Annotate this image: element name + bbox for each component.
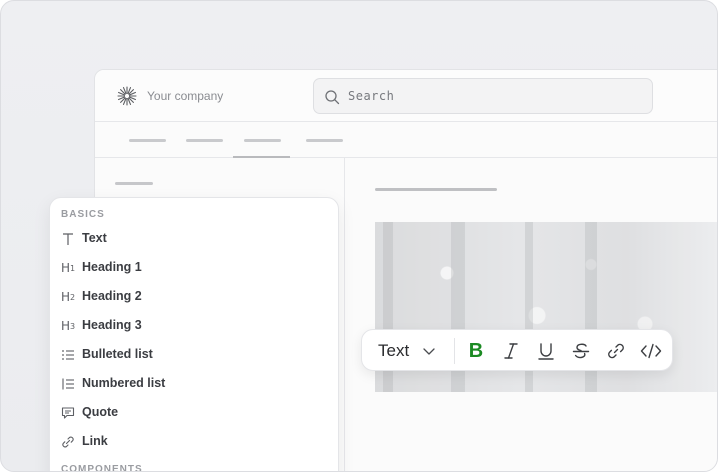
underline-icon bbox=[538, 343, 554, 360]
nav-tab-4[interactable] bbox=[306, 139, 343, 142]
menu-item-quote[interactable]: Quote bbox=[50, 399, 338, 427]
search-placeholder: Search bbox=[348, 89, 395, 103]
section-title-basics: BASICS bbox=[61, 209, 105, 220]
menu-item-heading-2[interactable]: H2 Heading 2 bbox=[50, 283, 338, 311]
section-title-components: COMPONENTS bbox=[61, 464, 143, 472]
menu-item-text[interactable]: Text bbox=[50, 225, 338, 253]
heading-1-icon: H1 bbox=[60, 261, 76, 275]
code-icon bbox=[640, 343, 662, 359]
block-insert-menu: BASICS Text H1 Heading 1 H2 Heading 2 H3… bbox=[49, 197, 339, 472]
link-icon bbox=[60, 434, 76, 450]
bold-icon: B bbox=[468, 339, 484, 362]
company-name: Your company bbox=[147, 89, 224, 103]
chevron-down-icon[interactable] bbox=[422, 344, 436, 358]
heading-3-icon: H3 bbox=[60, 319, 76, 333]
italic-button[interactable] bbox=[499, 339, 523, 363]
link-icon bbox=[608, 343, 624, 359]
italic-icon bbox=[504, 343, 518, 359]
menu-item-heading-1[interactable]: H1 Heading 1 bbox=[50, 254, 338, 282]
menu-item-label: Heading 3 bbox=[82, 318, 142, 332]
link-button[interactable] bbox=[604, 339, 628, 363]
text-icon bbox=[60, 231, 76, 247]
search-input[interactable]: Search bbox=[313, 78, 653, 114]
nav-tab-3[interactable] bbox=[244, 139, 281, 142]
block-type-select[interactable]: Text bbox=[378, 341, 409, 361]
menu-item-link[interactable]: Link bbox=[50, 428, 338, 456]
format-toolbar: Text B bbox=[361, 329, 673, 371]
nav-tab-2[interactable] bbox=[186, 139, 223, 142]
menu-item-label: Numbered list bbox=[82, 376, 166, 390]
search-icon bbox=[325, 90, 340, 105]
sidebar-placeholder-line bbox=[115, 182, 153, 185]
bulleted-list-icon bbox=[60, 347, 76, 363]
menu-item-label: Text bbox=[82, 231, 107, 245]
menu-item-numbered-list[interactable]: Numbered list bbox=[50, 370, 338, 398]
company-logo-icon bbox=[117, 86, 137, 106]
canvas-frame: Your company Search Text B BASICS Text H… bbox=[0, 0, 718, 472]
app-nav bbox=[95, 122, 717, 158]
content-title-placeholder bbox=[375, 188, 497, 191]
toolbar-divider bbox=[454, 338, 455, 364]
underline-button[interactable] bbox=[534, 339, 558, 363]
strikethrough-icon bbox=[572, 343, 590, 359]
code-button[interactable] bbox=[639, 339, 663, 363]
quote-icon bbox=[60, 405, 76, 421]
menu-item-heading-3[interactable]: H3 Heading 3 bbox=[50, 312, 338, 340]
app-header: Your company Search bbox=[95, 70, 717, 122]
menu-item-label: Link bbox=[82, 434, 108, 448]
menu-item-label: Heading 2 bbox=[82, 289, 142, 303]
numbered-list-icon bbox=[60, 376, 76, 392]
heading-2-icon: H2 bbox=[60, 290, 76, 304]
menu-item-bulleted-list[interactable]: Bulleted list bbox=[50, 341, 338, 369]
bold-button[interactable]: B bbox=[464, 339, 488, 363]
nav-tab-1[interactable] bbox=[129, 139, 166, 142]
menu-item-label: Heading 1 bbox=[82, 260, 142, 274]
menu-item-label: Bulleted list bbox=[82, 347, 153, 361]
menu-item-label: Quote bbox=[82, 405, 119, 419]
strikethrough-button[interactable] bbox=[569, 339, 593, 363]
